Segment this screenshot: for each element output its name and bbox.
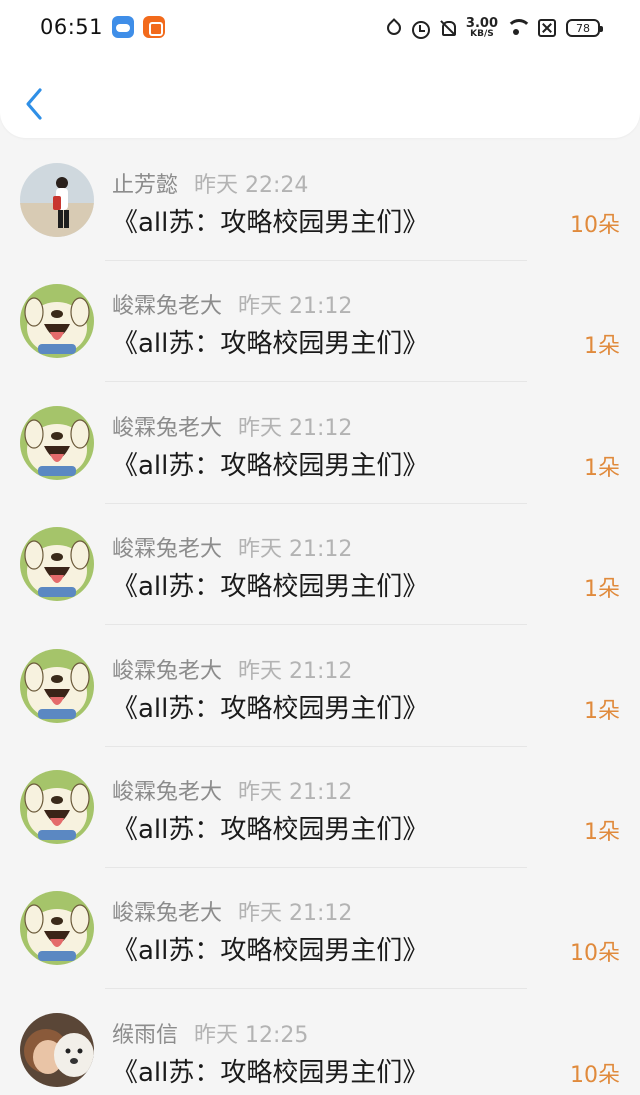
back-button[interactable] xyxy=(18,82,52,126)
name-line: 峻霖兔老大 昨天 21:12 xyxy=(112,410,352,442)
photo-avatar xyxy=(20,163,94,237)
book-title[interactable]: 《all苏：攻略校园男主们》 xyxy=(112,809,428,846)
list-item[interactable]: 峻霖兔老大 昨天 21:12 《all苏：攻略校园男主们》 1朵 xyxy=(0,514,640,635)
list-item[interactable]: 峻霖兔老大 昨天 21:12 《all苏：攻略校园男主们》 1朵 xyxy=(0,636,640,757)
net-speed-unit: KB/S xyxy=(470,29,494,39)
mute-icon xyxy=(438,18,458,38)
timestamp: 昨天 22:24 xyxy=(194,173,309,198)
user-name[interactable]: 缑雨信 xyxy=(112,1023,178,1048)
flower-count: 1朵 xyxy=(584,819,620,845)
alarm-icon xyxy=(410,18,430,39)
status-time: 06:51 xyxy=(40,15,104,39)
name-line: 峻霖兔老大 昨天 21:12 xyxy=(112,895,352,927)
cartoon-dog-avatar xyxy=(20,527,94,602)
flower-count: 1朵 xyxy=(584,577,620,603)
header: 06:51 3.00 KB/S 78 xyxy=(0,0,640,138)
avatar[interactable] xyxy=(20,284,94,359)
book-title[interactable]: 《all苏：攻略校园男主们》 xyxy=(112,688,428,725)
book-title[interactable]: 《all苏：攻略校园男主们》 xyxy=(112,202,428,239)
avatar[interactable] xyxy=(20,527,94,602)
divider xyxy=(105,381,527,383)
user-name[interactable]: 峻霖兔老大 xyxy=(112,659,222,684)
avatar[interactable] xyxy=(20,769,94,844)
wifi-icon xyxy=(506,19,532,37)
flower-count: 10朵 xyxy=(570,1062,620,1088)
photo-avatar xyxy=(20,1012,94,1087)
divider xyxy=(105,745,527,747)
user-name[interactable]: 峻霖兔老大 xyxy=(112,537,222,562)
user-name[interactable]: 峻霖兔老大 xyxy=(112,780,222,805)
divider xyxy=(105,260,527,261)
cartoon-dog-avatar xyxy=(20,405,94,480)
avatar[interactable] xyxy=(20,405,94,480)
avatar[interactable] xyxy=(20,648,94,723)
list-item[interactable]: 峻霖兔老大 昨天 21:12 《all苏：攻略校园男主们》 1朵 xyxy=(0,393,640,514)
name-line: 峻霖兔老大 昨天 21:12 xyxy=(112,653,352,685)
screen: 06:51 3.00 KB/S 78 止芳懿 昨天 22:24 《all苏：攻略… xyxy=(0,0,640,1095)
chevron-left-icon xyxy=(26,88,42,120)
avatar[interactable] xyxy=(20,1012,94,1087)
divider xyxy=(105,866,527,868)
flower-count: 1朵 xyxy=(584,334,620,360)
cartoon-dog-avatar xyxy=(20,769,94,844)
timestamp: 昨天 21:12 xyxy=(238,537,353,563)
net-speed: 3.00 KB/S xyxy=(466,17,498,39)
user-name[interactable]: 峻霖兔老大 xyxy=(112,294,222,319)
list-item[interactable]: 峻霖兔老大 昨天 21:12 《all苏：攻略校园男主们》 1朵 xyxy=(0,757,640,878)
user-name[interactable]: 峻霖兔老大 xyxy=(112,901,222,926)
timestamp: 昨天 21:12 xyxy=(238,901,353,927)
list-item[interactable]: 峻霖兔老大 昨天 21:12 《all苏：攻略校园男主们》 1朵 xyxy=(0,271,640,392)
no-sim-icon xyxy=(538,19,556,37)
avatar[interactable] xyxy=(20,163,94,237)
user-name[interactable]: 峻霖兔老大 xyxy=(112,416,222,441)
cartoon-dog-avatar xyxy=(20,648,94,723)
cartoon-dog-avatar xyxy=(20,891,94,966)
book-title[interactable]: 《all苏：攻略校园男主们》 xyxy=(112,1052,428,1089)
book-title[interactable]: 《all苏：攻略校园男主们》 xyxy=(112,445,428,482)
timestamp: 昨天 21:12 xyxy=(238,294,353,320)
list-item[interactable]: 止芳懿 昨天 22:24 《all苏：攻略校园男主们》 10朵 xyxy=(0,150,640,271)
name-line: 峻霖兔老大 昨天 21:12 xyxy=(112,531,352,563)
name-line: 缑雨信 昨天 12:25 xyxy=(112,1017,308,1049)
book-title[interactable]: 《all苏：攻略校园男主们》 xyxy=(112,566,428,603)
avatar[interactable] xyxy=(20,891,94,966)
cartoon-dog-avatar xyxy=(20,284,94,359)
status-icons: 3.00 KB/S 78 xyxy=(382,14,603,42)
flower-count: 10朵 xyxy=(570,941,620,967)
divider xyxy=(105,502,527,504)
flower-count: 1朵 xyxy=(584,455,620,481)
battery-icon: 78 xyxy=(566,19,603,37)
name-line: 峻霖兔老大 昨天 21:12 xyxy=(112,288,352,320)
name-line: 止芳懿 昨天 22:24 xyxy=(112,167,308,199)
name-line: 峻霖兔老大 昨天 21:12 xyxy=(112,774,352,806)
list-item[interactable]: 缑雨信 昨天 12:25 《all苏：攻略校园男主们》 10朵 xyxy=(0,1000,640,1095)
battery-level: 78 xyxy=(576,21,590,35)
flower-count: 10朵 xyxy=(570,213,620,238)
gift-list: 止芳懿 昨天 22:24 《all苏：攻略校园男主们》 10朵 峻霖兔老大 昨天 2… xyxy=(0,150,640,1095)
book-title[interactable]: 《all苏：攻略校园男主们》 xyxy=(112,930,428,967)
user-name[interactable]: 止芳懿 xyxy=(112,173,178,198)
flower-count: 1朵 xyxy=(584,698,620,724)
timestamp: 昨天 21:12 xyxy=(238,779,353,805)
timestamp: 昨天 21:12 xyxy=(238,415,353,441)
list-item[interactable]: 峻霖兔老大 昨天 21:12 《all苏：攻略校园男主们》 10朵 xyxy=(0,878,640,999)
drop-icon xyxy=(382,18,402,38)
video-app-icon xyxy=(143,16,165,38)
book-title[interactable]: 《all苏：攻略校园男主们》 xyxy=(112,323,428,360)
weather-app-icon xyxy=(112,16,134,38)
divider xyxy=(105,624,527,626)
timestamp: 昨天 21:12 xyxy=(238,658,353,684)
divider xyxy=(105,988,527,990)
timestamp: 昨天 12:25 xyxy=(194,1022,309,1048)
